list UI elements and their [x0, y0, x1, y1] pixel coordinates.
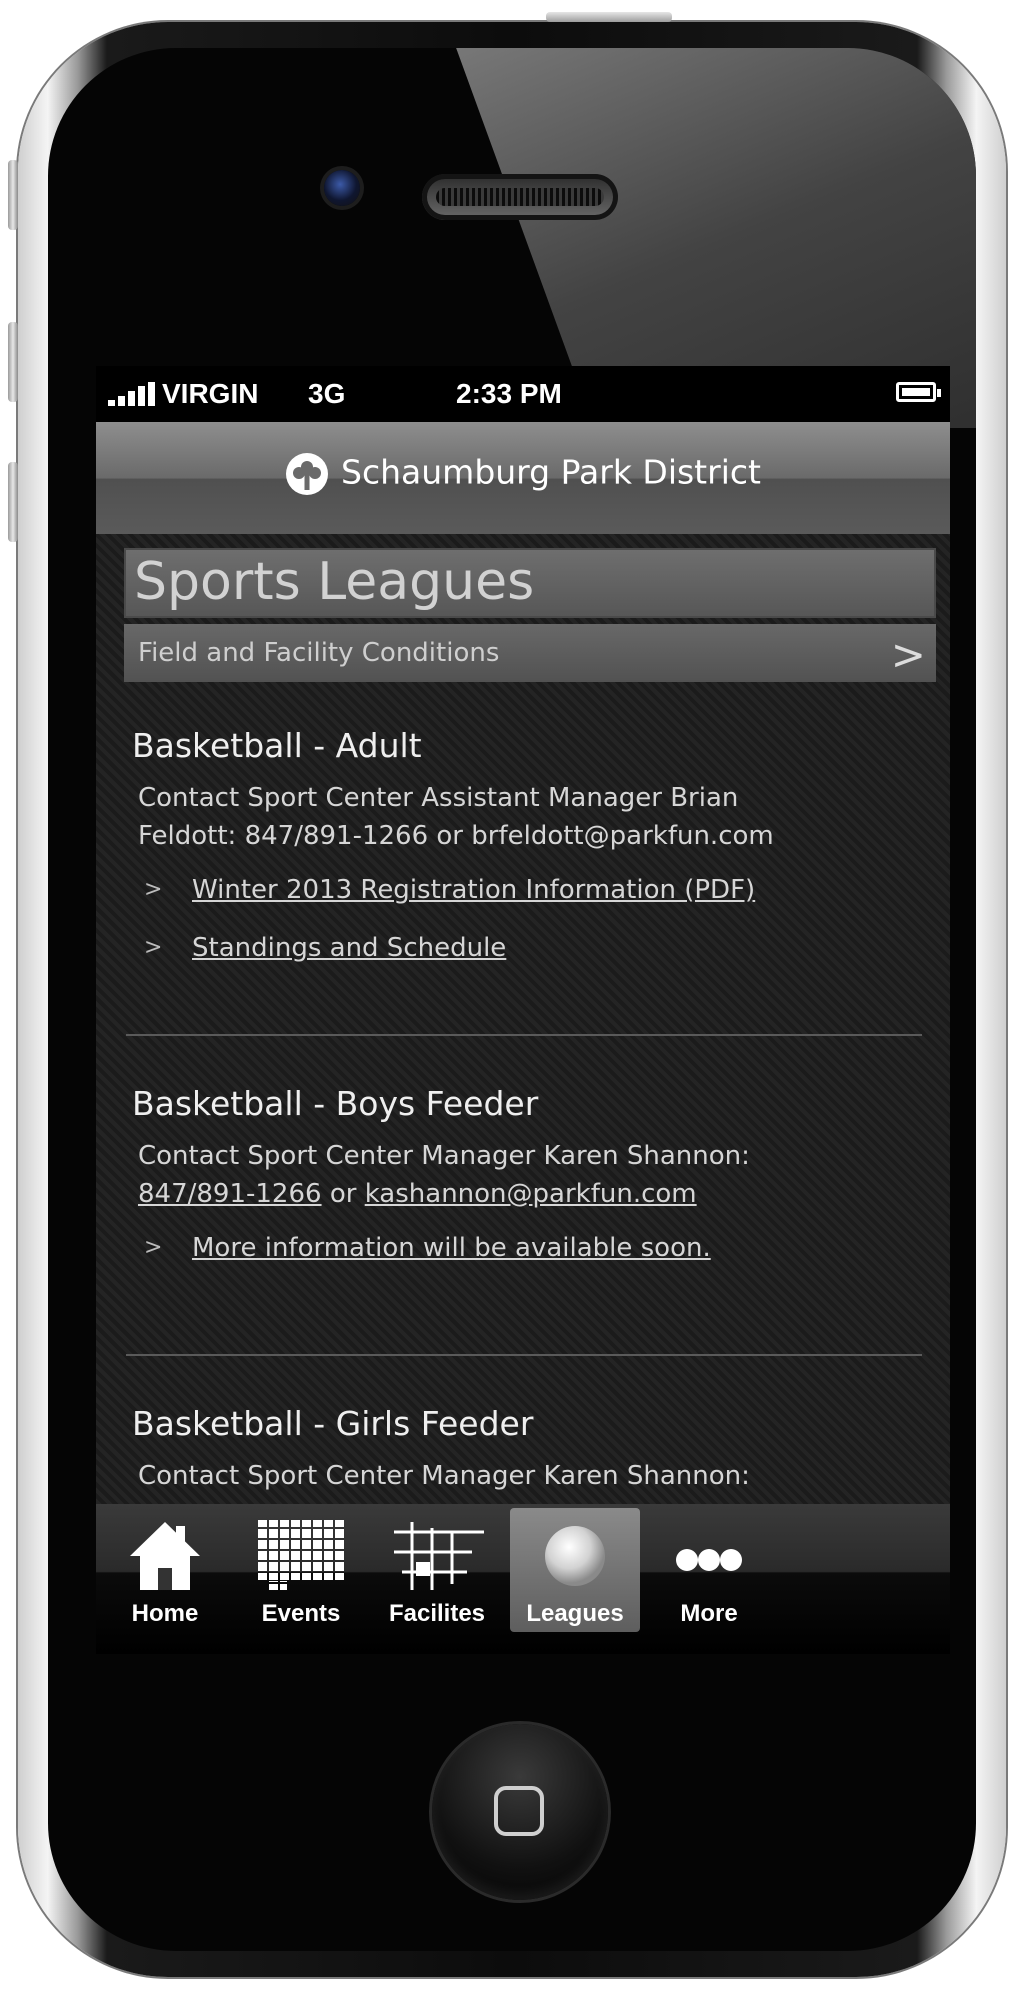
contact-line: Contact Sport Center Assistant Manager B… — [138, 783, 739, 813]
chevron-right-icon: > — [890, 630, 926, 679]
home-square-icon — [494, 1786, 544, 1836]
mute-switch — [8, 160, 18, 230]
volume-up-button — [8, 322, 18, 402]
tab-facilities[interactable]: Facilites — [372, 1508, 502, 1632]
league-basketball-girls-feeder: Basketball - Girls Feeder Contact Sport … — [132, 1404, 932, 1495]
page-title: Sports Leagues — [134, 552, 535, 612]
tab-leagues-label: Leagues — [526, 1600, 624, 1627]
volume-down-button — [8, 462, 18, 542]
ball-icon — [545, 1526, 605, 1586]
tab-facilities-label: Facilites — [388, 1600, 486, 1627]
tab-events-label: Events — [261, 1600, 341, 1627]
app-header: Schaumburg Park District — [96, 422, 950, 534]
league-contact: Contact Sport Center Assistant Manager B… — [132, 779, 932, 855]
calendar-grid-icon — [256, 1520, 344, 1590]
league-basketball-adult: Basketball - Adult Contact Sport Center … — [132, 726, 932, 971]
more-dots-icon — [676, 1549, 742, 1571]
page-title-bar: Sports Leagues — [124, 548, 936, 618]
contact-line: Contact Sport Center Manager Karen Shann… — [138, 1141, 750, 1171]
contact-line: Feldott: 847/891-1266 or brfeldott@parkf… — [138, 821, 774, 851]
tab-leagues[interactable]: Leagues — [510, 1508, 640, 1632]
tab-bar: Home Events Facilites Leagues More — [96, 1504, 950, 1654]
field-conditions-label: Field and Facility Conditions — [138, 638, 500, 668]
app-title: Schaumburg Park District — [341, 452, 761, 492]
tab-events[interactable]: Events — [236, 1508, 366, 1632]
more-info-link-label[interactable]: More information will be available soon. — [192, 1233, 711, 1263]
link-arrow-icon: > — [144, 935, 163, 960]
carrier-name: VIRGIN — [162, 378, 259, 409]
email-link[interactable]: kashannon@parkfun.com — [365, 1179, 697, 1209]
home-button[interactable] — [432, 1724, 608, 1900]
league-name: Basketball - Girls Feeder — [132, 1404, 534, 1443]
field-conditions-link[interactable]: Field and Facility Conditions > — [124, 624, 936, 682]
front-camera — [324, 170, 360, 206]
registration-info-link-label[interactable]: Winter 2013 Registration Information (PD… — [192, 875, 755, 905]
tab-more-label: More — [680, 1600, 738, 1627]
tab-home[interactable]: Home — [100, 1508, 230, 1632]
signal-strength-icon — [108, 382, 158, 406]
house-icon — [130, 1522, 200, 1590]
battery-icon — [896, 382, 941, 402]
power-button — [546, 12, 672, 22]
more-info-link[interactable]: > More information will be available soo… — [132, 1233, 932, 1271]
registration-info-link[interactable]: > Winter 2013 Registration Information (… — [132, 875, 932, 913]
tab-home-label: Home — [131, 1600, 199, 1627]
phone-link[interactable]: 847/891-1266 — [138, 1179, 322, 1209]
status-time: 2:33 PM — [456, 378, 562, 409]
contact-line: Contact Sport Center Manager Karen Shann… — [138, 1461, 750, 1491]
network-type: 3G — [308, 378, 346, 409]
league-name: Basketball - Adult — [132, 726, 422, 765]
league-basketball-boys-feeder-content: Basketball - Boys Feeder Contact Sport C… — [132, 1084, 932, 1271]
tree-logo-icon — [286, 453, 329, 495]
contact-line: 847/891-1266 or kashannon@parkfun.com — [138, 1175, 932, 1213]
status-bar: VIRGIN 3G 2:33 PM — [96, 366, 950, 422]
league-contact: Contact Sport Center Manager Karen Shann… — [132, 1457, 932, 1495]
content-area[interactable]: Sports Leagues Field and Facility Condit… — [96, 534, 950, 1504]
section-divider — [126, 1354, 922, 1356]
league-contact: Contact Sport Center Manager Karen Shann… — [132, 1137, 932, 1213]
facility-map-icon — [394, 1522, 484, 1590]
standings-schedule-link[interactable]: > Standings and Schedule — [132, 933, 932, 971]
tab-more[interactable]: More — [644, 1508, 774, 1632]
standings-schedule-link-label[interactable]: Standings and Schedule — [192, 933, 506, 963]
earpiece-speaker — [422, 174, 618, 220]
link-arrow-icon: > — [144, 1235, 163, 1260]
section-divider — [126, 1034, 922, 1036]
or-text: or — [329, 1179, 357, 1209]
league-name: Basketball - Boys Feeder — [132, 1084, 539, 1123]
phone-screen: VIRGIN 3G 2:33 PM Schaumburg Park Distri… — [96, 366, 950, 1654]
link-arrow-icon: > — [144, 877, 163, 902]
